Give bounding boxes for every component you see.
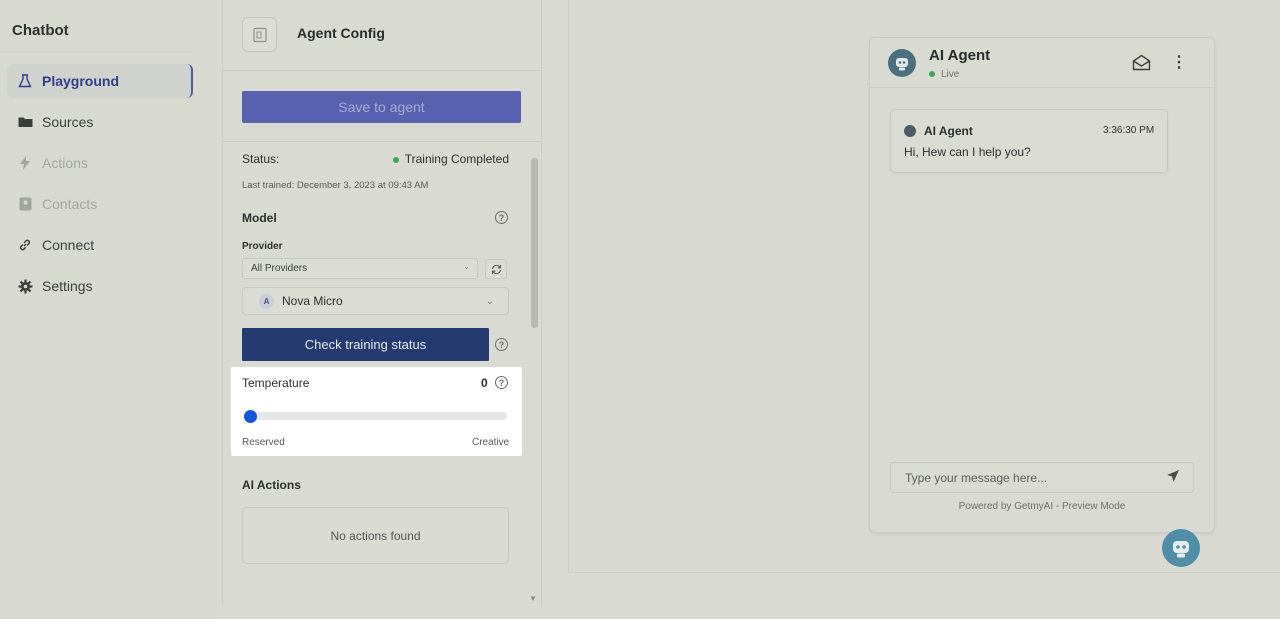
sidebar-title: Chatbot	[0, 12, 193, 52]
refresh-icon	[491, 264, 501, 274]
message-avatar-icon	[904, 125, 916, 137]
provider-label: Provider	[242, 241, 283, 252]
status-value: Training Completed	[404, 152, 509, 166]
agent-config-panel: Agent Config Save to agent ▼ Status: Tra…	[222, 0, 542, 607]
message-time: 3:36:30 PM	[1103, 125, 1155, 136]
sidebar-item-sources[interactable]: Sources	[7, 105, 193, 139]
robot-icon	[1173, 541, 1189, 558]
chat-header: AI Agent Live ⋮	[870, 38, 1214, 88]
refresh-providers-button[interactable]	[485, 259, 507, 279]
config-scrollbar[interactable]	[531, 158, 538, 328]
config-header: Agent Config	[223, 0, 541, 71]
sidebar: Chatbot Playground Sources Actions Conta…	[0, 0, 222, 619]
temperature-help-icon[interactable]: ?	[495, 376, 508, 389]
provider-value: All Providers	[251, 263, 308, 274]
robot-icon	[896, 58, 908, 71]
check-training-status-button[interactable]: Check training status	[242, 328, 489, 361]
live-status: Live	[929, 69, 959, 80]
flask-icon	[17, 73, 33, 89]
gear-icon	[17, 278, 33, 294]
sidebar-item-label: Sources	[42, 114, 94, 130]
chat-input-placeholder: Type your message here...	[905, 471, 1048, 485]
sidebar-item-connect[interactable]: Connect	[7, 228, 193, 262]
agent-name: AI Agent	[929, 47, 991, 64]
agent-avatar	[888, 49, 916, 77]
agent-config-icon	[242, 17, 277, 52]
message-sender: AI Agent	[924, 124, 973, 138]
chat-message: AI Agent 3:36:30 PM Hi, Hew can I help y…	[890, 109, 1168, 173]
last-trained-text: Last trained: December 3, 2023 at 09:43 …	[242, 180, 429, 191]
temperature-slider-thumb[interactable]	[244, 409, 257, 423]
save-to-agent-button[interactable]: Save to agent	[242, 91, 521, 123]
ai-actions-empty: No actions found	[242, 507, 509, 564]
link-icon	[17, 237, 33, 253]
slider-min-label: Reserved	[242, 437, 285, 448]
more-options-icon[interactable]: ⋮	[1171, 52, 1187, 72]
bolt-icon	[17, 155, 33, 171]
model-value: Nova Micro	[282, 294, 343, 308]
temperature-slider[interactable]	[244, 409, 507, 423]
config-title: Agent Config	[297, 25, 385, 41]
sidebar-item-actions[interactable]: Actions	[7, 146, 193, 180]
no-actions-text: No actions found	[330, 528, 421, 543]
contacts-icon	[17, 196, 33, 212]
chevron-down-icon: ⌄	[463, 262, 470, 271]
temperature-value: 0	[481, 376, 488, 390]
powered-by-text: Powered by GetmyAI - Preview Mode	[958, 501, 1126, 512]
folder-icon	[17, 114, 33, 130]
training-help-icon[interactable]: ?	[495, 338, 508, 351]
message-text: Hi, Hew can I help you?	[904, 145, 1031, 159]
chat-widget: AI Agent Live ⋮ AI Agent 3:36:30 PM Hi, …	[869, 37, 1215, 533]
live-dot-icon	[929, 71, 935, 78]
ai-actions-label: AI Actions	[242, 478, 301, 492]
sidebar-item-label: Connect	[42, 237, 95, 253]
sidebar-item-label: Actions	[42, 155, 88, 171]
model-select[interactable]: A Nova Micro ⌄	[242, 287, 509, 315]
sidebar-item-label: Settings	[42, 278, 93, 294]
status-badge: Training Completed	[392, 152, 509, 166]
live-text: Live	[941, 69, 960, 80]
model-label: Model	[242, 211, 277, 225]
model-help-icon[interactable]: ?	[495, 211, 508, 224]
model-provider-badge: A	[259, 293, 274, 309]
mail-icon[interactable]	[1132, 54, 1151, 76]
sidebar-item-settings[interactable]: Settings	[7, 269, 193, 303]
chat-launcher-button[interactable]	[1162, 529, 1200, 567]
sidebar-item-contacts[interactable]: Contacts	[7, 187, 193, 221]
provider-select[interactable]: All Providers ⌄	[242, 258, 478, 279]
slider-max-label: Creative	[472, 437, 510, 448]
scroll-down-icon[interactable]: ▼	[529, 594, 537, 603]
temperature-card: Temperature 0 ? Reserved Creative	[231, 367, 522, 456]
chevron-down-icon: ⌄	[485, 295, 494, 307]
status-label: Status:	[242, 152, 280, 166]
sidebar-item-label: Playground	[42, 73, 120, 89]
sidebar-item-label: Contacts	[42, 196, 98, 212]
temperature-label: Temperature	[242, 376, 310, 390]
sidebar-item-playground[interactable]: Playground	[7, 64, 193, 98]
send-icon[interactable]	[1166, 469, 1180, 486]
chat-message-input[interactable]: Type your message here...	[890, 462, 1194, 493]
status-dot-icon	[392, 156, 399, 163]
